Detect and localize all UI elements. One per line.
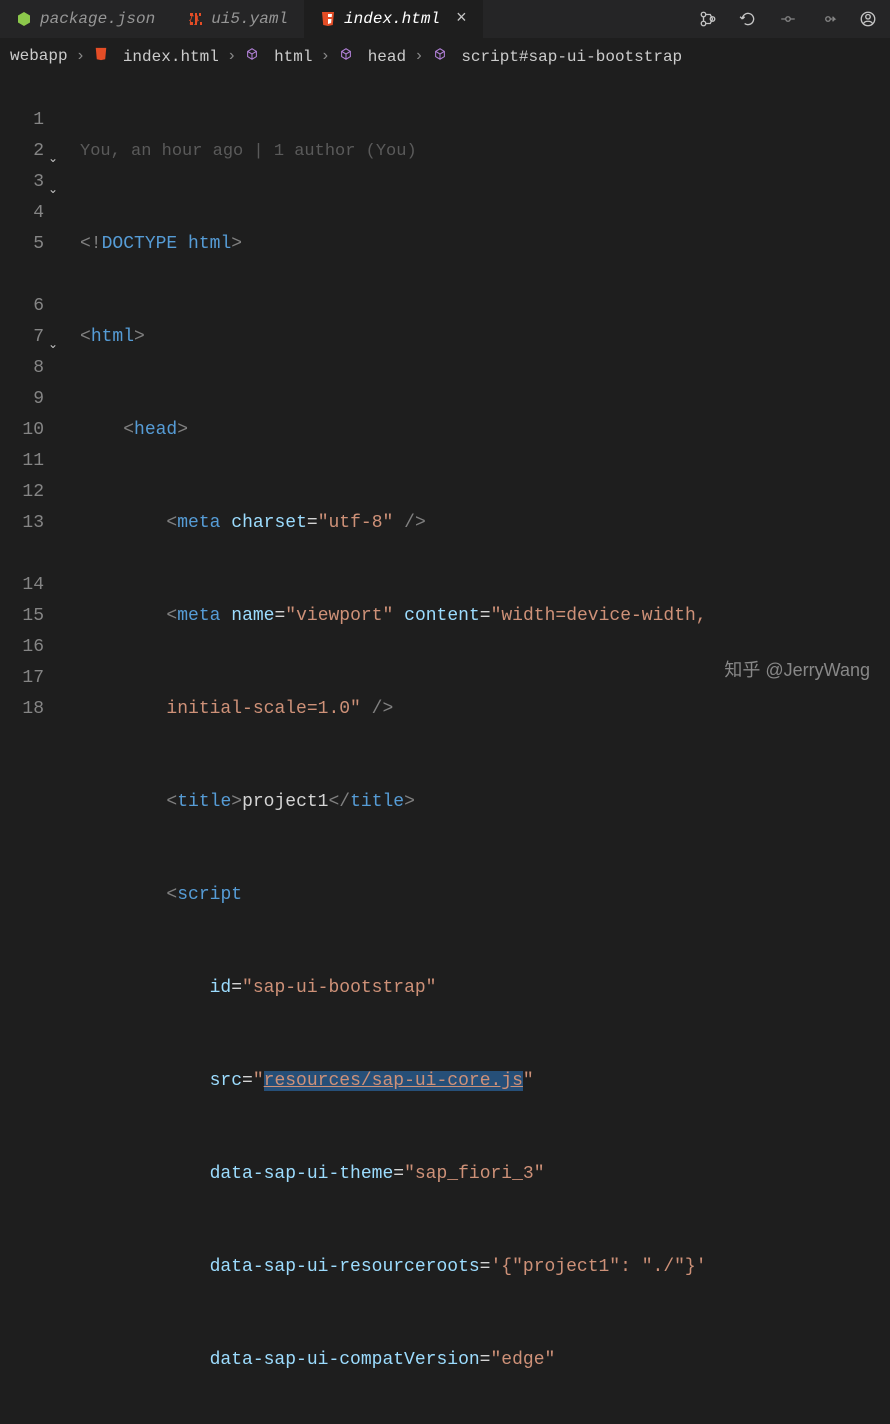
breadcrumb: webapp › index.html › html › head › scri… (0, 38, 890, 74)
compare-icon[interactable] (698, 9, 718, 29)
line-number: 18 (0, 694, 44, 725)
nodejs-icon (16, 11, 32, 27)
cube-icon (432, 46, 448, 62)
breadcrumb-item[interactable]: head (338, 46, 406, 66)
line-number: 8 (0, 353, 44, 384)
line-number: 12 (0, 477, 44, 508)
tab-package-json[interactable]: package.json (0, 0, 171, 38)
svg-text:{}: {} (188, 15, 200, 27)
close-icon[interactable]: × (456, 9, 467, 29)
chevron-right-icon: › (227, 47, 237, 65)
line-number: 3⌄ (0, 167, 44, 198)
tab-label: ui5.yaml (211, 10, 288, 28)
code-editor[interactable]: 1 2⌄ 3⌄ 4 5 6 7⌄ 8 9 10 11 12 13 14 15 1… (0, 74, 890, 1424)
push-icon[interactable] (818, 9, 838, 29)
line-number: 11 (0, 446, 44, 477)
line-number: 16 (0, 632, 44, 663)
selected-text: resources/sap-ui-core.js (264, 1071, 523, 1091)
breadcrumb-item[interactable]: webapp (10, 47, 68, 65)
line-gutter: 1 2⌄ 3⌄ 4 5 6 7⌄ 8 9 10 11 12 13 14 15 1… (0, 74, 60, 1424)
html5-icon (320, 11, 336, 27)
code-content[interactable]: You, an hour ago | 1 author (You) <!DOCT… (60, 74, 890, 1424)
commit-icon[interactable] (778, 9, 798, 29)
line-number: 10 (0, 415, 44, 446)
tab-label: index.html (344, 10, 440, 28)
user-icon[interactable] (858, 9, 878, 29)
chevron-right-icon: › (76, 47, 86, 65)
yaml-icon: {} (187, 11, 203, 27)
line-number: 17 (0, 663, 44, 694)
line-number: 4 (0, 198, 44, 229)
line-number: 6 (0, 291, 44, 322)
watermark: 知乎 @JerryWang (724, 656, 870, 682)
editor-toolbar (698, 9, 890, 29)
line-number: 2⌄ (0, 136, 44, 167)
revert-icon[interactable] (738, 9, 758, 29)
tab-ui5-yaml[interactable]: {} ui5.yaml (171, 0, 304, 38)
chevron-right-icon: › (414, 47, 424, 65)
fold-icon[interactable]: ⌄ (48, 175, 58, 206)
line-number: 5 (0, 229, 44, 260)
tab-index-html[interactable]: index.html × (304, 0, 483, 38)
git-blame: You, an hour ago | 1 author (You) (80, 136, 890, 167)
line-number: 15 (0, 601, 44, 632)
chevron-right-icon: › (320, 47, 330, 65)
breadcrumb-item[interactable]: html (244, 46, 312, 66)
breadcrumb-item[interactable]: script#sap-ui-bootstrap (432, 46, 682, 66)
cube-icon (244, 46, 260, 62)
line-number: 13 (0, 508, 44, 539)
html5-icon (93, 46, 109, 62)
cube-icon (338, 46, 354, 62)
line-number: 9 (0, 384, 44, 415)
line-number: 1 (0, 105, 44, 136)
tab-label: package.json (40, 10, 155, 28)
line-number: 7⌄ (0, 322, 44, 353)
breadcrumb-item[interactable]: index.html (93, 46, 219, 66)
fold-icon[interactable]: ⌄ (48, 330, 58, 361)
tab-bar: package.json {} ui5.yaml index.html × (0, 0, 890, 38)
line-number: 14 (0, 570, 44, 601)
fold-icon[interactable]: ⌄ (48, 144, 58, 175)
